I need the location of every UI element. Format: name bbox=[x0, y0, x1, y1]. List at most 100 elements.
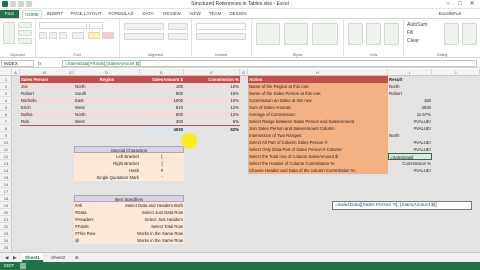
special-char-label[interactable]: Right Bracket bbox=[74, 160, 140, 167]
row-header[interactable]: 12 bbox=[0, 153, 12, 160]
row-header[interactable]: 10 bbox=[0, 139, 12, 146]
copy-button[interactable] bbox=[18, 30, 32, 36]
row-header[interactable]: 19 bbox=[0, 202, 12, 209]
table-cell[interactable]: 10% bbox=[184, 97, 240, 104]
sheet-tab-sheet2[interactable]: Sheet2 bbox=[48, 253, 68, 262]
table-cell[interactable]: West bbox=[74, 118, 140, 125]
cut-button[interactable] bbox=[18, 22, 32, 28]
table-cell[interactable]: Robert bbox=[20, 90, 74, 97]
table-cell[interactable]: 15% bbox=[184, 90, 240, 97]
table-cell[interactable]: North bbox=[74, 111, 140, 118]
conditional-formatting-button[interactable] bbox=[256, 23, 280, 45]
row-header[interactable]: 14 bbox=[0, 167, 12, 174]
find-select-button[interactable] bbox=[462, 23, 477, 45]
col-header[interactable]: I bbox=[388, 69, 432, 76]
row-header[interactable]: 24 bbox=[0, 237, 12, 244]
row-header[interactable]: 1 bbox=[0, 76, 12, 83]
specifier-key[interactable]: #Data bbox=[74, 209, 118, 216]
format-painter-button[interactable] bbox=[18, 38, 32, 44]
result-header[interactable]: Result bbox=[388, 76, 432, 83]
action-label[interactable]: Select the Header of Column Commission %… bbox=[248, 160, 388, 167]
tab-view[interactable]: VIEW bbox=[186, 10, 204, 18]
specifier-key[interactable]: #Totals bbox=[74, 223, 118, 230]
borders-button[interactable] bbox=[72, 32, 84, 39]
align-top-buttons[interactable] bbox=[124, 23, 164, 30]
col-header[interactable]: G bbox=[240, 69, 248, 76]
row-header[interactable]: 25 bbox=[0, 244, 12, 251]
wrap-text-button[interactable] bbox=[168, 23, 188, 30]
action-header[interactable]: Action bbox=[248, 76, 388, 83]
specifier-desc[interactable]: Select Total Row bbox=[118, 223, 184, 230]
table-header-cell[interactable]: Commission % bbox=[184, 76, 240, 83]
action-label[interactable]: Intersection of Two Ranges: bbox=[248, 132, 388, 139]
row-header[interactable]: 7 bbox=[0, 118, 12, 125]
sheet-tab-sheet1[interactable]: Sheet1 bbox=[22, 253, 43, 262]
specifier-key[interactable]: #This Row bbox=[74, 230, 118, 237]
delete-cells-button[interactable] bbox=[366, 23, 381, 45]
special-char-label[interactable]: Hash bbox=[74, 167, 140, 174]
specifier-key[interactable]: #All bbox=[74, 202, 118, 209]
action-result[interactable]: 11.67% bbox=[388, 111, 432, 118]
align-left-buttons[interactable] bbox=[124, 33, 164, 40]
col-header[interactable]: D bbox=[74, 69, 140, 76]
table-header-cell[interactable]: Sales Person bbox=[20, 76, 74, 83]
row-header[interactable]: 4 bbox=[0, 97, 12, 104]
table-cell[interactable]: 600 bbox=[140, 111, 184, 118]
action-result[interactable]: #VALUE! bbox=[388, 167, 432, 174]
specifier-key[interactable]: @ bbox=[74, 237, 118, 244]
row-header[interactable]: 8 bbox=[0, 125, 12, 132]
tab-data[interactable]: DATA bbox=[138, 10, 158, 18]
row-header[interactable]: 6 bbox=[0, 111, 12, 118]
table-cell[interactable]: Erich bbox=[20, 104, 74, 111]
action-label[interactable]: Select Range between Sales Person and Sa… bbox=[248, 118, 388, 125]
underline-button[interactable] bbox=[59, 32, 67, 39]
fill-button[interactable]: Fill bbox=[407, 30, 441, 36]
formula-input[interactable]: =SalesData[#Totals],[SalesAmount $]] bbox=[62, 60, 477, 67]
macro-record-icon[interactable] bbox=[20, 263, 26, 269]
tab-review[interactable]: REVIEW bbox=[160, 10, 184, 18]
font-size-select[interactable] bbox=[89, 22, 103, 29]
special-char-value[interactable]: [ bbox=[140, 153, 184, 160]
col-header[interactable]: B bbox=[20, 69, 70, 76]
table-header-cell[interactable]: Region bbox=[74, 76, 140, 83]
col-header[interactable]: H bbox=[248, 69, 388, 76]
font-name-select[interactable] bbox=[39, 22, 87, 29]
table-cell[interactable]: 100 bbox=[140, 83, 184, 90]
row-header[interactable]: 22 bbox=[0, 223, 12, 230]
table-cell[interactable]: Michelle bbox=[20, 97, 74, 104]
row-header[interactable]: 13 bbox=[0, 160, 12, 167]
row-header[interactable]: 11 bbox=[0, 146, 12, 153]
specifier-desc[interactable]: Select Just Data Row bbox=[118, 209, 184, 216]
table-cell[interactable]: Dafna bbox=[20, 111, 74, 118]
action-result[interactable]: #VALUE! bbox=[388, 125, 432, 132]
action-label[interactable]: Choose Header and Data of the column Com… bbox=[248, 167, 388, 174]
action-label[interactable]: Select Only Data Part of Sales Person # … bbox=[248, 146, 388, 153]
special-char-label[interactable]: Single Quotation Mark bbox=[74, 174, 140, 181]
special-char-label[interactable]: Left Bracket bbox=[74, 153, 140, 160]
merge-center-button[interactable] bbox=[168, 33, 188, 40]
minimize-button[interactable]: – bbox=[442, 0, 454, 8]
specifier-desc[interactable]: Select Just Headers bbox=[118, 216, 184, 223]
row-header[interactable]: 15 bbox=[0, 174, 12, 181]
fx-icon[interactable]: fx bbox=[38, 60, 60, 67]
format-as-table-button[interactable] bbox=[284, 23, 308, 45]
name-box[interactable]: INDEX bbox=[1, 60, 34, 67]
action-result[interactable]: Commission % bbox=[388, 160, 432, 167]
col-header[interactable]: J bbox=[432, 69, 480, 76]
table-cell[interactable]: 300 bbox=[140, 118, 184, 125]
user-name[interactable]: ExcelIsFun bbox=[430, 10, 470, 18]
action-result[interactable]: #VALUE! bbox=[388, 146, 432, 153]
add-sheet-icon[interactable]: ⊕ bbox=[72, 253, 82, 262]
col-header[interactable]: A bbox=[12, 69, 20, 76]
specifier-desc[interactable]: Select Data and Headers Both bbox=[118, 202, 184, 209]
tab-insert[interactable]: INSERT bbox=[44, 10, 66, 18]
table-cell[interactable]: North bbox=[74, 83, 140, 90]
col-header[interactable]: E bbox=[140, 69, 184, 76]
number-format-select[interactable] bbox=[196, 23, 246, 30]
table-cell[interactable]: South bbox=[74, 90, 140, 97]
table-cell[interactable]: Rob bbox=[20, 118, 74, 125]
action-label[interactable]: Sum of Sales Amount: bbox=[248, 104, 388, 111]
special-char-value[interactable]: # bbox=[140, 167, 184, 174]
action-result[interactable]: #VALUE! bbox=[388, 139, 432, 146]
italic-button[interactable] bbox=[49, 32, 57, 39]
